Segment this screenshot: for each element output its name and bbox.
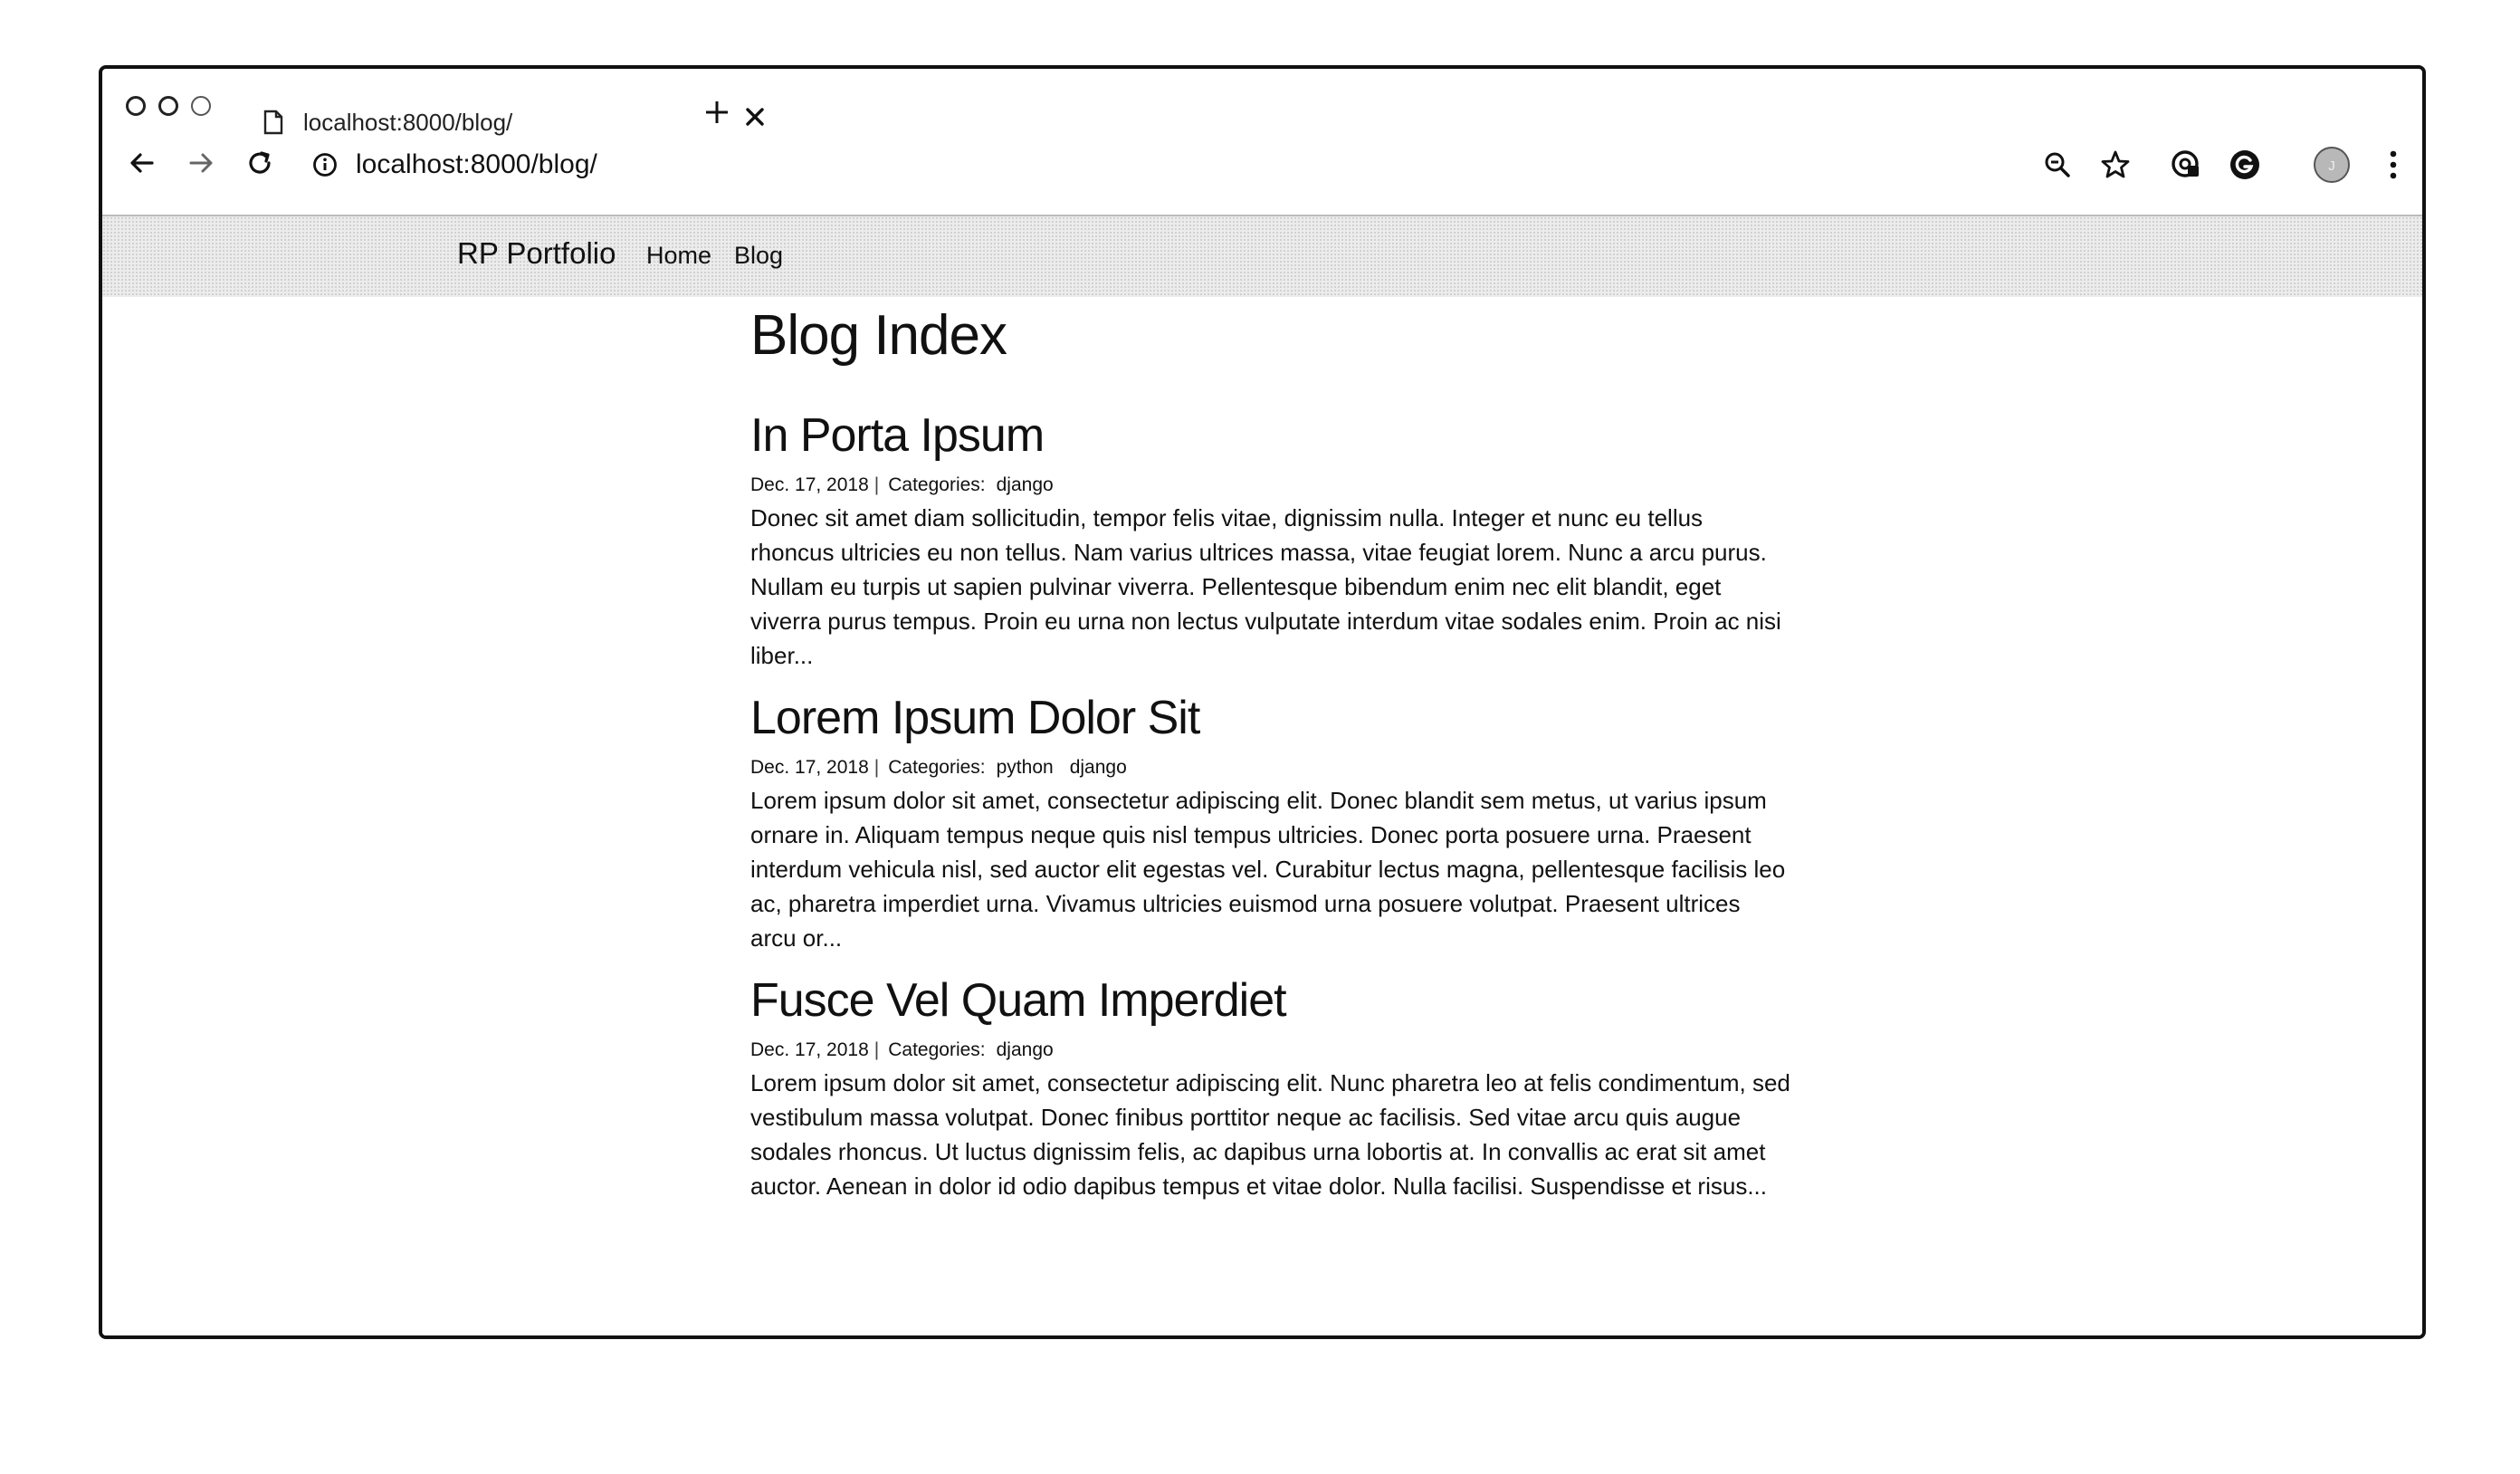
meta-separator: | — [873, 474, 880, 495]
categories-label: Categories: — [888, 474, 986, 495]
post-title[interactable]: In Porta Ipsum — [750, 408, 1791, 463]
extension-icon[interactable] — [2166, 145, 2206, 185]
grammarly-icon[interactable] — [2225, 145, 2265, 185]
page-viewport: RP Portfolio Home Blog Blog Index In Por… — [102, 216, 2422, 1335]
avatar[interactable]: J — [2312, 145, 2352, 185]
minimize-window-button[interactable] — [158, 96, 178, 116]
window-controls — [126, 96, 211, 116]
categories-label: Categories: — [888, 1039, 986, 1060]
blog-post: Lorem Ipsum Dolor Sit Dec. 17, 2018 | Cate… — [750, 691, 1791, 955]
meta-separator: | — [873, 757, 880, 778]
post-excerpt: Lorem ipsum dolor sit amet, consectetur … — [750, 787, 1786, 952]
categories-label: Categories: — [888, 757, 986, 778]
address-bar[interactable]: localhost:8000/blog/ — [312, 145, 597, 185]
page-icon — [263, 110, 283, 135]
star-icon[interactable] — [2095, 145, 2135, 185]
post-title[interactable]: Lorem Ipsum Dolor Sit — [750, 691, 1791, 745]
post-excerpt: Lorem ipsum dolor sit amet, consectetur … — [750, 1069, 1790, 1200]
post-meta: Dec. 17, 2018 | Categories: django — [750, 1038, 1791, 1062]
category-link[interactable]: django — [1070, 757, 1127, 778]
post-date: Dec. 17, 2018 — [750, 757, 869, 778]
browser-tab[interactable]: localhost:8000/blog/ — [263, 100, 764, 145]
tab-strip: localhost:8000/blog/ — [102, 69, 2422, 150]
post-meta: Dec. 17, 2018 | Categories: python django — [750, 756, 1791, 780]
url-text[interactable]: localhost:8000/blog/ — [356, 149, 597, 180]
site-brand[interactable]: RP Portfolio — [457, 236, 616, 271]
blog-post: Fusce Vel Quam Imperdiet Dec. 17, 2018 | C… — [750, 973, 1791, 1203]
post-date: Dec. 17, 2018 — [750, 474, 869, 495]
page-title: Blog Index — [750, 304, 1007, 367]
close-window-button[interactable] — [126, 96, 146, 116]
category-link[interactable]: django — [997, 1039, 1054, 1060]
close-tab-icon[interactable] — [743, 105, 767, 129]
tab-title: localhost:8000/blog/ — [303, 108, 513, 136]
menu-icon[interactable] — [2373, 145, 2413, 185]
forward-icon[interactable] — [183, 145, 219, 181]
main-content: Blog Index In Porta Ipsum Dec. 17, 2018 |… — [750, 303, 1791, 1203]
post-title[interactable]: Fusce Vel Quam Imperdiet — [750, 973, 1791, 1028]
info-icon[interactable] — [312, 152, 338, 177]
new-tab-button[interactable] — [704, 100, 730, 125]
nav-link-home[interactable]: Home — [646, 242, 711, 270]
maximize-window-button[interactable] — [191, 96, 211, 116]
post-excerpt: Donec sit amet diam sollicitudin, tempor… — [750, 504, 1781, 669]
avatar-letter: J — [2328, 158, 2335, 174]
nav-link-blog[interactable]: Blog — [734, 242, 783, 270]
back-icon[interactable] — [124, 145, 160, 181]
zoom-out-icon[interactable] — [2038, 145, 2077, 185]
reload-icon[interactable] — [242, 145, 278, 181]
post-meta: Dec. 17, 2018 | Categories: django — [750, 474, 1791, 497]
meta-separator: | — [873, 1039, 880, 1060]
site-navbar: RP Portfolio Home Blog — [102, 216, 2422, 297]
category-link[interactable]: python — [997, 757, 1054, 778]
post-date: Dec. 17, 2018 — [750, 1039, 869, 1060]
blog-post: In Porta Ipsum Dec. 17, 2018 | Categories:… — [750, 408, 1791, 673]
browser-window: localhost:8000/blog/ localhost:8000/blog… — [99, 65, 2426, 1339]
category-link[interactable]: django — [997, 474, 1054, 495]
